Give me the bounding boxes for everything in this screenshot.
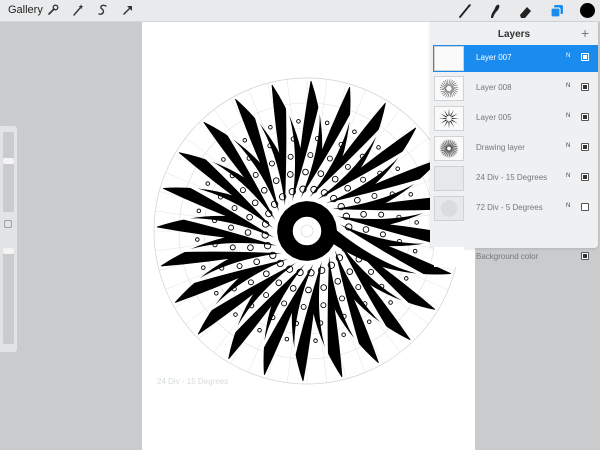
- layer-row-layer-008[interactable]: Layer 008 N: [433, 75, 598, 102]
- layer-name: 72 Div - 5 Degrees: [476, 203, 543, 212]
- opacity-slider[interactable]: [3, 248, 14, 344]
- layer-name: 24 Div - 15 Degrees: [476, 173, 548, 182]
- background-swatch: [434, 247, 464, 267]
- visibility-checkbox[interactable]: [581, 53, 589, 61]
- layer-name: Layer 005: [476, 113, 512, 122]
- layer-name: Drawing layer: [476, 143, 525, 152]
- layer-row-24-div[interactable]: 24 Div - 15 Degrees N: [433, 165, 598, 192]
- blend-mode-button[interactable]: N: [566, 203, 570, 209]
- wrench-icon[interactable]: [46, 3, 60, 17]
- blend-mode-button[interactable]: N: [566, 143, 570, 149]
- visibility-checkbox[interactable]: [581, 143, 589, 151]
- layer-row-drawing-layer[interactable]: Drawing layer N: [433, 135, 598, 162]
- brush-size-slider[interactable]: [3, 132, 14, 212]
- layer-thumbnail: [434, 46, 464, 71]
- smudge-icon[interactable]: [486, 2, 504, 20]
- mandala-center: [291, 215, 323, 247]
- layer-row-72-div[interactable]: 72 Div - 5 Degrees N: [433, 195, 598, 222]
- layer-row-layer-005[interactable]: Layer 005 N: [433, 105, 598, 132]
- eraser-icon[interactable]: [517, 2, 535, 20]
- guide-label: 24 Div - 15 Degrees: [157, 377, 229, 386]
- brush-icon[interactable]: [456, 2, 474, 20]
- magic-wand-icon[interactable]: [71, 3, 85, 17]
- layers-icon[interactable]: [548, 2, 566, 20]
- blend-mode-button[interactable]: N: [566, 53, 570, 59]
- color-picker-button[interactable]: [580, 3, 595, 18]
- layer-thumbnail: [434, 106, 464, 131]
- brush-size-thumb[interactable]: [3, 158, 14, 164]
- visibility-checkbox[interactable]: [581, 113, 589, 121]
- visibility-checkbox[interactable]: [581, 173, 589, 181]
- blend-mode-button[interactable]: N: [566, 113, 570, 119]
- layer-name: Layer 008: [476, 83, 512, 92]
- layer-row-layer-007[interactable]: Layer 007 N: [433, 45, 598, 72]
- layer-thumbnail: [434, 136, 464, 161]
- layer-name: Background color: [476, 252, 539, 261]
- selection-icon[interactable]: [96, 3, 110, 17]
- modify-button[interactable]: [4, 220, 12, 228]
- opacity-thumb[interactable]: [3, 248, 14, 254]
- visibility-checkbox[interactable]: [581, 252, 589, 260]
- blend-mode-button[interactable]: N: [566, 173, 570, 179]
- layer-thumbnail: [434, 76, 464, 101]
- blend-mode-button[interactable]: N: [566, 83, 570, 89]
- layers-title: Layers: [497, 29, 531, 40]
- gallery-button[interactable]: Gallery: [8, 4, 43, 16]
- layer-thumbnail: [434, 196, 464, 221]
- layers-panel: Layers + Layer 007 N Layer 008 N Layer 0…: [430, 22, 598, 267]
- visibility-checkbox[interactable]: [581, 203, 589, 211]
- left-sidebar: [0, 126, 17, 352]
- layer-row-background-color[interactable]: Background color: [433, 246, 598, 268]
- drawing-canvas[interactable]: 24 Div - 15 Degrees: [142, 22, 475, 450]
- layer-name: Layer 007: [476, 53, 512, 62]
- transform-arrow-icon[interactable]: [121, 3, 135, 17]
- visibility-checkbox[interactable]: [581, 83, 589, 91]
- add-layer-button[interactable]: +: [581, 25, 589, 41]
- top-toolbar: Gallery: [0, 0, 600, 22]
- layer-thumbnail: [434, 166, 464, 191]
